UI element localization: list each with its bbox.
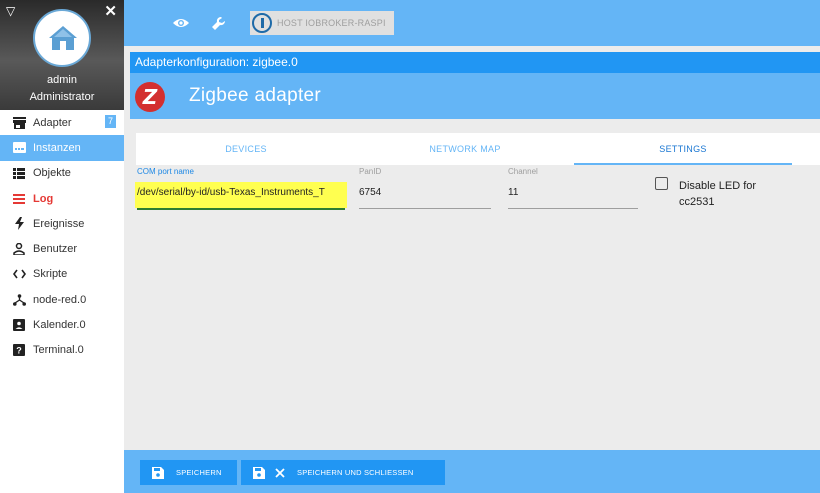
- svg-text:?: ?: [16, 346, 22, 356]
- sidebar-item-label: Ereignisse: [33, 217, 85, 230]
- node-red-icon: [12, 293, 26, 307]
- tab-bar: DEVICES NETWORK MAP SETTINGS: [136, 133, 820, 165]
- com-port-field[interactable]: COM port name /dev/serial/by-id/usb-Texa…: [130, 165, 350, 213]
- sidebar-item-label: Kalender.0: [33, 319, 86, 332]
- sidebar-item-skripte[interactable]: Skripte: [0, 262, 124, 287]
- com-port-input[interactable]: /dev/serial/by-id/usb-Texas_Instruments_…: [137, 187, 347, 198]
- sidebar-item-terminal[interactable]: ? Terminal.0: [0, 338, 124, 363]
- floppy-disk-icon: [253, 466, 265, 479]
- eye-icon[interactable]: [169, 11, 193, 35]
- user-name: admin: [47, 74, 77, 86]
- sidebar-item-label: Objekte: [33, 167, 71, 180]
- user-role: Administrator: [29, 91, 95, 103]
- sidebar-item-ereignisse[interactable]: Ereignisse: [0, 211, 124, 236]
- top-toolbar: HOST IOBROKER-RASPI: [124, 0, 820, 46]
- sidebar-item-node-red[interactable]: node-red.0: [0, 287, 124, 312]
- sidebar-item-label: Adapter: [33, 116, 72, 129]
- sidebar-item-label: Instanzen: [33, 141, 81, 154]
- sidebar-item-label: Skripte: [33, 268, 68, 281]
- panid-underline: [359, 208, 491, 209]
- sidebar-item-objekte[interactable]: Objekte: [0, 161, 124, 186]
- host-selector[interactable]: HOST IOBROKER-RASPI: [250, 11, 394, 35]
- menu-triangle-icon[interactable]: ▽: [6, 4, 15, 18]
- page-title: Adapterkonfiguration: zigbee.0: [130, 52, 820, 73]
- settings-form: COM port name /dev/serial/by-id/usb-Texa…: [130, 165, 820, 455]
- help-box-icon: ?: [12, 343, 26, 357]
- calendar-badge-icon: [12, 318, 26, 332]
- iobroker-logo-icon: [252, 13, 272, 33]
- save-and-close-label: SPEICHERN UND SCHLIESSEN: [297, 468, 414, 477]
- close-icon[interactable]: ✕: [104, 2, 117, 20]
- wrench-icon[interactable]: [206, 11, 230, 35]
- sidebar-item-adapter[interactable]: Adapter 7: [0, 110, 124, 135]
- panid-input[interactable]: 6754: [359, 187, 381, 198]
- channel-label: Channel: [508, 167, 538, 176]
- person-icon: [12, 242, 26, 256]
- sidebar-item-log[interactable]: Log: [0, 186, 124, 211]
- sidebar-item-label: Benutzer: [33, 243, 78, 256]
- sidebar-item-label: Terminal.0: [33, 344, 84, 357]
- store-icon: [12, 116, 26, 130]
- instances-icon: [12, 141, 26, 155]
- code-icon: [12, 267, 26, 281]
- app-root: ▽ ✕ admin Administrator Adapter 7 Instan…: [0, 0, 820, 493]
- com-port-underline: [137, 208, 345, 210]
- channel-input[interactable]: 11: [508, 187, 518, 198]
- sidebar-item-kalender[interactable]: Kalender.0: [0, 312, 124, 337]
- host-label: HOST IOBROKER-RASPI: [277, 18, 386, 28]
- log-lines-icon: [12, 192, 26, 206]
- adapter-title: Zigbee adapter: [189, 85, 322, 106]
- floppy-disk-icon: [152, 466, 164, 479]
- disable-led-label: Disable LED for cc2531: [679, 180, 757, 208]
- tab-network-map[interactable]: NETWORK MAP: [355, 133, 575, 165]
- sidebar-item-instanzen[interactable]: Instanzen: [0, 135, 124, 161]
- save-label: SPEICHERN: [176, 468, 222, 477]
- sidebar-item-benutzer[interactable]: Benutzer: [0, 236, 124, 261]
- channel-underline: [508, 208, 638, 209]
- close-icon: [275, 467, 285, 478]
- sidebar-nav: Adapter 7 Instanzen Objekte Log Ereignis…: [0, 110, 124, 363]
- tab-settings[interactable]: SETTINGS: [573, 133, 793, 165]
- bottom-action-bar: SPEICHERN SPEICHERN UND SCHLIESSEN: [124, 450, 820, 493]
- sidebar-item-label: Log: [33, 192, 54, 205]
- lightning-icon: [12, 217, 26, 231]
- sidebar: ▽ ✕ admin Administrator Adapter 7 Instan…: [0, 0, 124, 493]
- adapter-header: Z Zigbee adapter: [130, 73, 820, 119]
- save-and-close-button[interactable]: SPEICHERN UND SCHLIESSEN: [241, 460, 445, 485]
- adapter-count-badge: 7: [105, 115, 116, 128]
- tab-devices[interactable]: DEVICES: [136, 133, 356, 165]
- disable-led-checkbox[interactable]: [655, 177, 668, 190]
- sidebar-header: ▽ ✕ admin Administrator: [0, 0, 124, 110]
- channel-field[interactable]: Channel 11: [508, 165, 639, 213]
- save-button[interactable]: SPEICHERN: [140, 460, 237, 485]
- panid-field[interactable]: PanID 6754: [359, 165, 492, 213]
- home-logo-icon[interactable]: [33, 9, 91, 67]
- com-port-label: COM port name: [137, 167, 194, 176]
- zigbee-logo-icon: Z: [135, 82, 165, 112]
- list-icon: [12, 166, 26, 180]
- sidebar-item-label: node-red.0: [33, 293, 87, 306]
- panid-label: PanID: [359, 167, 382, 176]
